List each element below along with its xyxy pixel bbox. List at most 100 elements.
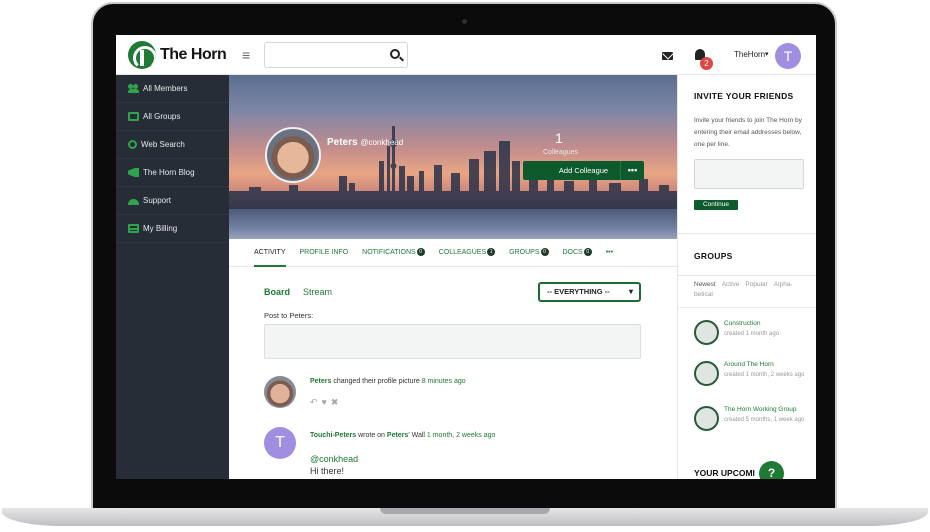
group-avatar[interactable] (694, 320, 719, 345)
hamburger-menu-icon[interactable]: ≡ (242, 47, 250, 63)
stream-tab[interactable]: Stream (303, 287, 332, 297)
horn-logo-icon (128, 41, 156, 69)
sidebar-item-support[interactable]: Support (116, 187, 229, 215)
group-meta: created 5 months, 1 week ago (724, 417, 805, 423)
sidebar-item-web-search[interactable]: Web Search (116, 131, 229, 159)
sidebar-item-blog[interactable]: The Horn Blog (116, 159, 229, 187)
groups-icon (128, 112, 139, 121)
more-options-icon[interactable]: ••• (620, 161, 644, 180)
logo[interactable]: The Horn (128, 41, 227, 69)
tab-notifications[interactable]: NOTIFICATIONS 0 (362, 239, 425, 267)
screen: The Horn ≡ 2 TheHorn ▾ T All Members All… (116, 35, 816, 479)
activity-mention[interactable]: @conkhead (310, 454, 358, 464)
sidebar-item-label: All Members (143, 84, 188, 93)
laptop-notch (380, 508, 550, 514)
invite-email-textarea[interactable] (694, 159, 804, 189)
filter-popular[interactable]: Popular (745, 281, 767, 288)
invite-description: Invite your friends to join The Horn by … (694, 117, 802, 148)
tab-colleagues[interactable]: COLLEAGUES 1 (438, 239, 496, 267)
activity-avatar[interactable]: T (264, 427, 296, 459)
tab-label: PROFILE INFO (299, 248, 349, 256)
sidebar-item-label: Support (143, 196, 172, 205)
tab-docs[interactable]: DOCS 0 (563, 239, 592, 267)
brand-name: The Horn (160, 46, 227, 63)
more-icon: ••• (605, 248, 614, 256)
tab-activity[interactable]: ACTIVITY (254, 239, 286, 267)
group-avatar[interactable] (694, 361, 719, 386)
like-icon[interactable]: ♥ (322, 397, 331, 407)
megaphone-icon (128, 168, 139, 177)
filter-active[interactable]: Active (722, 281, 740, 288)
sidebar-item-billing[interactable]: My Billing (116, 215, 229, 243)
profile-avatar[interactable] (265, 127, 321, 183)
filter-value: -- EVERYTHING -- (547, 287, 610, 296)
activity-target-suffix: ' Wall (408, 432, 427, 439)
support-icon (128, 198, 139, 205)
activity-avatar[interactable] (264, 376, 296, 408)
water-reflection (229, 209, 677, 239)
right-sidebar: INVITE YOUR FRIENDS Invite your friends … (677, 75, 816, 479)
reply-icon[interactable]: ↶ (310, 397, 322, 407)
divider (678, 307, 816, 308)
sidebar-item-label: My Billing (143, 224, 178, 233)
post-textarea[interactable] (264, 324, 641, 359)
search-icon[interactable] (390, 49, 400, 59)
activity-action: changed their profile picture (331, 378, 422, 385)
post-label: Post to Peters: (264, 311, 314, 320)
tab-label: COLLEAGUES (438, 248, 487, 256)
activity-user-link[interactable]: Touchi-Peters (310, 432, 356, 439)
tab-badge: 0 (540, 247, 549, 256)
sidebar-item-all-groups[interactable]: All Groups (116, 103, 229, 131)
profile-tabs: ACTIVITY PROFILE INFO NOTIFICATIONS 0 COL… (229, 239, 677, 267)
tab-badge: 0 (416, 247, 425, 256)
board-tab[interactable]: Board (264, 287, 290, 297)
tab-groups[interactable]: GROUPS 0 (509, 239, 549, 267)
sidebar: All Members All Groups Web Search The Ho… (116, 75, 229, 479)
delete-icon[interactable]: ✖ (331, 397, 343, 407)
search-input[interactable] (264, 42, 408, 68)
activity-item-text: Peters changed their profile picture 8 m… (310, 378, 466, 385)
profile-cover: Peters @conkhead 1 Colleagues Add Collea… (229, 75, 677, 239)
colleague-count: 1 (555, 130, 563, 146)
colleague-count-label: Colleagues (543, 149, 579, 156)
group-name[interactable]: Around The Horn (724, 361, 814, 368)
divider (678, 233, 816, 234)
activity-filter-select[interactable]: -- EVERYTHING -- ▾ (538, 282, 641, 302)
tab-label: GROUPS (509, 248, 540, 256)
top-header: The Horn ≡ 2 TheHorn ▾ T (116, 35, 816, 75)
tab-profile-info[interactable]: PROFILE INFO (300, 239, 349, 267)
group-meta: created 1 month ago (724, 331, 780, 337)
group-name[interactable]: Construction (724, 320, 814, 327)
profile-name: Peters @conkhead (327, 137, 403, 148)
group-name[interactable]: The Horn Working Group (724, 406, 814, 413)
activity-time-link[interactable]: 8 minutes ago (422, 378, 466, 385)
upcoming-events-title: YOUR UPCOMI (694, 468, 755, 478)
billing-icon (128, 224, 139, 233)
user-avatar[interactable]: T (775, 43, 801, 69)
group-filters: Newest Active Popular Alpha-betical (694, 280, 812, 300)
camera (462, 19, 467, 24)
group-avatar[interactable] (694, 406, 719, 431)
notification-badge: 2 (700, 57, 713, 70)
people-icon (128, 84, 139, 93)
tab-badge: 0 (583, 247, 592, 256)
activity-time-link[interactable]: 1 month, 2 weeks ago (427, 432, 496, 439)
activity-target-link[interactable]: Peters (387, 432, 408, 439)
mail-icon[interactable] (662, 52, 673, 60)
add-colleague-label: Add Colleague (558, 166, 609, 175)
tab-more[interactable]: ••• (606, 239, 613, 267)
continue-button[interactable]: Continue (694, 200, 738, 210)
chevron-down-icon[interactable]: ▾ (765, 50, 769, 58)
user-menu-name[interactable]: TheHorn (734, 50, 765, 59)
tab-badge: 1 (487, 247, 496, 256)
activity-tools: ↶♥✖ (310, 397, 342, 408)
profile-display-name: Peters (327, 137, 358, 148)
sidebar-item-all-members[interactable]: All Members (116, 75, 229, 103)
add-colleague-button[interactable]: Add Colleague ••• (523, 161, 644, 180)
divider (678, 275, 816, 276)
filter-newest[interactable]: Newest (694, 281, 716, 288)
activity-user-link[interactable]: Peters (310, 378, 331, 385)
help-button[interactable]: ? (759, 461, 784, 479)
web-search-icon (128, 140, 137, 149)
chevron-down-icon: ▾ (628, 287, 633, 296)
